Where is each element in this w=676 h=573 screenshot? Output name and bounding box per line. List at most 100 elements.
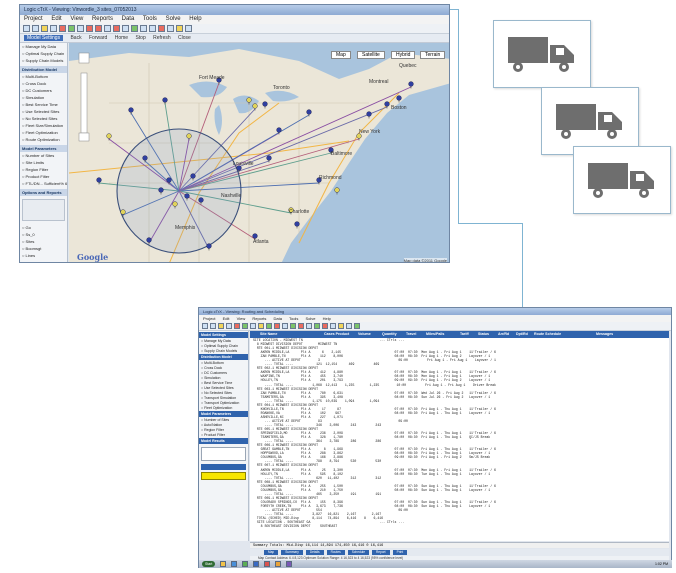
menu-tools[interactable]: Tools — [143, 16, 157, 22]
menu-help[interactable]: Help — [323, 316, 331, 321]
layers-icon[interactable] — [149, 25, 156, 32]
tab-summary[interactable]: Summary — [281, 550, 303, 555]
folder-icon[interactable] — [258, 323, 264, 329]
map-type-terrain[interactable]: Terrain — [420, 51, 446, 59]
col-dpt[interactable]: Dpt/Rd — [512, 331, 530, 338]
route-map[interactable] — [69, 43, 450, 263]
grid-icon[interactable] — [77, 25, 84, 32]
taskbar-app-icon[interactable] — [253, 561, 260, 567]
menu-project[interactable]: Project — [24, 16, 43, 22]
col-status[interactable]: Status — [474, 331, 494, 338]
menu-edit[interactable]: Edit — [51, 16, 61, 22]
option-chain-models[interactable]: Supply Chain Models — [20, 57, 67, 64]
new-icon[interactable] — [23, 25, 30, 32]
table-icon[interactable] — [282, 323, 288, 329]
taskbar-app-icon[interactable] — [242, 561, 249, 567]
check-item[interactable]: Lines — [20, 252, 67, 259]
filter-icon[interactable] — [122, 25, 129, 32]
report-icon[interactable] — [95, 25, 102, 32]
col-travel[interactable]: Travel — [402, 331, 422, 338]
param-product-filter[interactable]: Product Filter — [20, 173, 67, 180]
stop-icon[interactable] — [322, 323, 328, 329]
grid-icon[interactable] — [250, 323, 256, 329]
route-icon[interactable] — [140, 25, 147, 32]
nav-refresh[interactable]: Refresh — [153, 35, 171, 41]
tab-map[interactable]: Map — [264, 550, 279, 555]
col-arr[interactable]: Arr/Rd — [494, 331, 512, 338]
delete-icon[interactable] — [298, 323, 304, 329]
col-route-schedule[interactable]: Route Schedule — [530, 331, 592, 338]
excel-icon[interactable] — [290, 323, 296, 329]
report-icon[interactable] — [274, 323, 280, 329]
new-icon[interactable] — [202, 323, 208, 329]
menu-reports[interactable]: Reports — [252, 316, 266, 321]
settings-icon[interactable] — [346, 323, 352, 329]
map-type-map[interactable]: Map — [331, 51, 351, 59]
menu-data[interactable]: Data — [273, 316, 281, 321]
tab-report[interactable]: Report — [372, 550, 390, 555]
globe-icon[interactable] — [314, 323, 320, 329]
map-type-hybrid[interactable]: Hybrid — [391, 51, 416, 59]
refresh-icon[interactable] — [354, 323, 360, 329]
menu-view[interactable]: View — [237, 316, 246, 321]
table-icon[interactable] — [104, 25, 111, 32]
model-option[interactable]: Route Optimization — [20, 136, 67, 143]
check-item[interactable]: Boomsgt — [20, 245, 67, 252]
save-icon[interactable] — [218, 323, 224, 329]
taskbar-app-icon[interactable] — [220, 561, 227, 567]
run-icon[interactable] — [242, 323, 248, 329]
model-option[interactable]: Fleet Size/Simulation — [20, 122, 67, 129]
stop-icon[interactable] — [158, 25, 165, 32]
print-icon[interactable] — [50, 25, 57, 32]
model-option[interactable]: No Selected Sites — [20, 115, 67, 122]
nav-forward[interactable]: Forward — [89, 35, 107, 41]
menu-project[interactable]: Project — [203, 316, 215, 321]
option-manage-data[interactable]: Manage My Data — [20, 43, 67, 50]
save-icon[interactable] — [41, 25, 48, 32]
map-type-satellite[interactable]: Satellite — [357, 51, 385, 59]
param-number-of-sites[interactable]: Number of Sites — [20, 152, 67, 159]
taskbar-app-icon[interactable] — [286, 561, 293, 567]
col-quantity[interactable]: Quantity — [378, 331, 402, 338]
filter-icon[interactable] — [306, 323, 312, 329]
model-option[interactable]: DC Customers — [20, 87, 67, 94]
col-tariff[interactable]: Tariff — [456, 331, 474, 338]
menu-view[interactable]: View — [70, 16, 83, 22]
option-optimal-chain[interactable]: Optimal Supply Chain — [20, 50, 67, 57]
model-option[interactable]: Cross Dock — [20, 80, 67, 87]
nav-close[interactable]: Close — [178, 35, 191, 41]
zoom-icon[interactable] — [167, 25, 174, 32]
model-option[interactable]: Fleet Optimization — [20, 129, 67, 136]
param-site-limits[interactable]: Site Limits — [20, 159, 67, 166]
model-option[interactable]: Use Selected Sites — [20, 108, 67, 115]
check-item[interactable]: Ss_0 — [20, 231, 67, 238]
menu-tools[interactable]: Tools — [289, 316, 298, 321]
taskbar-app-icon[interactable] — [264, 561, 271, 567]
warning-icon[interactable] — [338, 323, 344, 329]
open-icon[interactable] — [32, 25, 39, 32]
warning-icon[interactable] — [176, 25, 183, 32]
option-chain-models[interactable]: Supply Chain Models — [199, 348, 248, 353]
menu-data[interactable]: Data — [122, 16, 135, 22]
col-miles[interactable]: Miles/Palls — [422, 331, 456, 338]
chart-icon[interactable] — [86, 25, 93, 32]
solve-icon[interactable] — [234, 323, 240, 329]
check-item[interactable]: Sites — [20, 238, 67, 245]
nav-back[interactable]: Back — [70, 35, 81, 41]
menu-edit[interactable]: Edit — [223, 316, 230, 321]
run-icon[interactable] — [68, 25, 75, 32]
start-button[interactable]: Start — [202, 561, 216, 567]
col-messages[interactable]: Messages — [592, 331, 632, 338]
settings-icon[interactable] — [185, 25, 192, 32]
menu-reports[interactable]: Reports — [92, 16, 113, 22]
tab-details[interactable]: Details — [305, 550, 324, 555]
menu-solve[interactable]: Solve — [305, 316, 315, 321]
solve-icon[interactable] — [59, 25, 66, 32]
tab-schedule[interactable]: Schedule — [347, 550, 369, 555]
model-option[interactable]: Multi-Bottom — [20, 73, 67, 80]
col-volume[interactable]: Volume — [354, 331, 378, 338]
print-icon[interactable] — [226, 323, 232, 329]
model-option[interactable]: Fleet Optimization — [199, 405, 248, 410]
globe-icon[interactable] — [131, 25, 138, 32]
map-view[interactable]: Map Satellite Hybrid Terrain Fort Meade … — [69, 43, 450, 263]
